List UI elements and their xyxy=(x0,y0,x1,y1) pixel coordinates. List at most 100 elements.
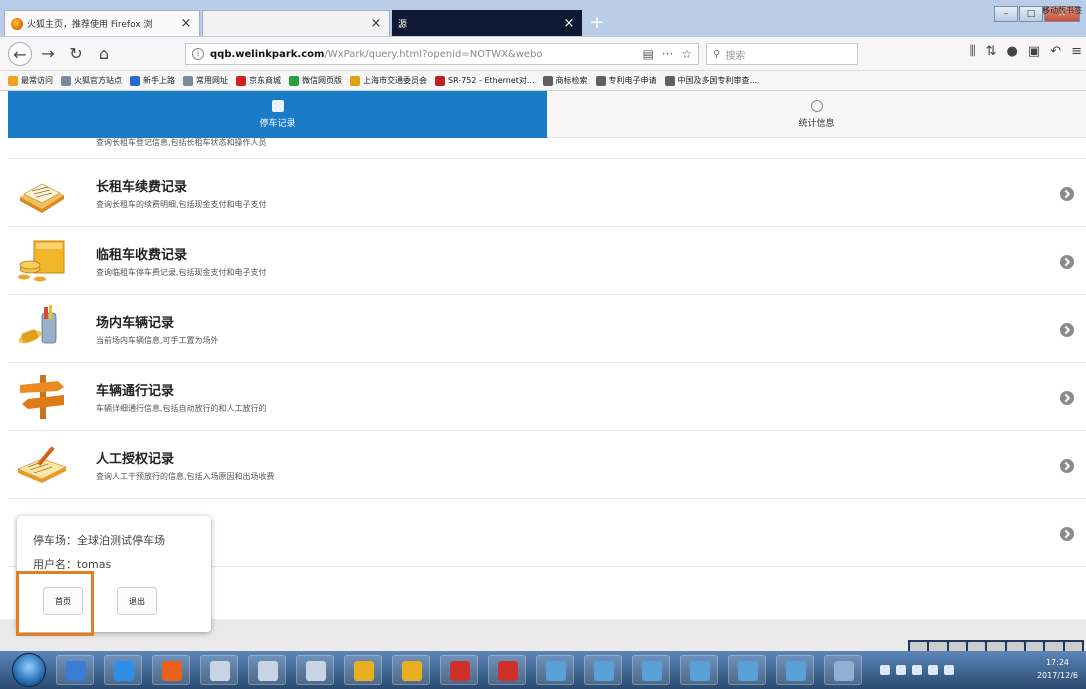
undo-icon[interactable]: ↶ xyxy=(1050,44,1061,59)
bookmark-label: 新手上路 xyxy=(143,76,175,85)
chevron-right-icon[interactable] xyxy=(1060,323,1074,337)
reader-view-icon[interactable]: ▤ xyxy=(642,47,653,61)
chevron-right-icon[interactable] xyxy=(1060,391,1074,405)
windows-taskbar: 17:24 2017/12/6 xyxy=(0,651,1086,689)
bookmark-label: 上海市交通委员会 xyxy=(363,76,427,85)
app-icon xyxy=(354,661,374,681)
taskbar-app-button[interactable] xyxy=(152,655,190,685)
taskbar-app-button[interactable] xyxy=(344,655,382,685)
app-icon xyxy=(594,661,614,681)
browser-tab-source[interactable]: 源 × xyxy=(392,10,582,36)
chat-icon[interactable]: ● xyxy=(1007,44,1018,59)
maximize-button[interactable]: □ xyxy=(1019,6,1043,22)
close-icon[interactable]: × xyxy=(369,16,383,31)
app-icon xyxy=(258,661,278,681)
taskbar-app-button[interactable] xyxy=(536,655,574,685)
taskbar-app-button[interactable] xyxy=(776,655,814,685)
new-tab-button[interactable]: + xyxy=(588,14,606,32)
item-title: 车辆通行记录 xyxy=(96,384,175,399)
app-icon xyxy=(498,661,518,681)
bookmark-icon xyxy=(61,75,71,86)
address-bar[interactable]: i qqb.welinkpark.com/WxPark/query.html?o… xyxy=(185,43,699,65)
bookmark-item[interactable]: SR-752 - Ethernet对... xyxy=(435,75,535,86)
chevron-right-icon[interactable] xyxy=(1060,187,1074,201)
taskbar-app-button[interactable] xyxy=(200,655,238,685)
bookmark-item[interactable]: 火狐官方站点 xyxy=(61,75,122,86)
minimize-button[interactable]: – xyxy=(994,6,1018,22)
tab-stop-records[interactable]: 停车记录 xyxy=(8,91,547,138)
sync-icon[interactable]: ⇅ xyxy=(986,44,997,59)
bookmark-item[interactable]: 中国及多国专利审查... xyxy=(664,75,757,86)
tray-icon[interactable] xyxy=(880,665,890,675)
start-button[interactable] xyxy=(12,653,46,687)
menu-item-vehicle-passage[interactable]: 车辆通行记录 车辆详细通行信息,包括自动放行的和人工放行的 xyxy=(8,363,1086,431)
taskbar-app-button[interactable] xyxy=(440,655,478,685)
bookmark-item[interactable]: 上海市交通委员会 xyxy=(350,75,427,86)
app-icon xyxy=(642,661,662,681)
taskbar-app-button[interactable] xyxy=(584,655,622,685)
taskbar-app-button[interactable] xyxy=(104,655,142,685)
parking-lot-name: 停车场：全球泊测试停车场 xyxy=(33,534,165,547)
document-pen-icon xyxy=(16,446,68,483)
clock[interactable]: 17:24 2017/12/6 xyxy=(1037,656,1078,682)
browser-tab-current[interactable]: × xyxy=(202,10,390,36)
mobile-bookmarks[interactable]: 移动版书签 xyxy=(1042,5,1082,16)
home-icon[interactable]: ⌂ xyxy=(92,42,116,66)
taskbar-app-button[interactable] xyxy=(728,655,766,685)
bookmark-item[interactable]: 商标检索 xyxy=(542,75,588,86)
highlight-annotation xyxy=(16,571,94,636)
bookmark-label: 最常访问 xyxy=(21,76,53,85)
tray-icon[interactable] xyxy=(912,665,922,675)
taskbar-app-button[interactable] xyxy=(824,655,862,685)
close-icon[interactable]: × xyxy=(179,16,193,31)
taskbar-app-button[interactable] xyxy=(680,655,718,685)
network-icon[interactable] xyxy=(944,665,954,675)
menu-item-manual-authorization[interactable]: 人工授权记录 查询人工干预放行的信息,包括入场原因和出场收费 xyxy=(8,431,1086,499)
search-bar[interactable]: ⚲ 搜索 xyxy=(706,43,858,65)
info-icon[interactable]: i xyxy=(192,48,204,60)
taskbar-app-button[interactable] xyxy=(248,655,286,685)
bookmark-label: 常用网址 xyxy=(196,76,228,85)
bookmark-item[interactable]: 最常访问 xyxy=(8,75,53,86)
screenshot-icon[interactable]: ▣ xyxy=(1028,44,1040,59)
taskbar-app-button[interactable] xyxy=(488,655,526,685)
chevron-right-icon[interactable] xyxy=(1060,527,1074,541)
close-icon[interactable]: × xyxy=(562,16,576,31)
logout-button[interactable]: 退出 xyxy=(117,587,157,615)
search-icon: ⚲ xyxy=(713,48,721,60)
menu-icon[interactable]: ≡ xyxy=(1071,44,1082,59)
tab-title: 源 xyxy=(398,19,408,30)
taskbar-app-button[interactable] xyxy=(296,655,334,685)
menu-item-temp-rent-fees[interactable]: 临租车收费记录 查询临租车停车费记录,包括现金支付和电子支付 xyxy=(8,227,1086,295)
url-domain: qqb.welinkpark.com xyxy=(210,48,325,60)
bookmark-star-icon[interactable]: ☆ xyxy=(681,47,692,61)
taskbar-app-button[interactable] xyxy=(392,655,430,685)
bookmark-item[interactable]: 京东商城 xyxy=(236,75,281,86)
bookmark-item[interactable]: 专利电子申请 xyxy=(595,75,657,86)
bookmark-label: SR-752 - Ethernet对... xyxy=(448,76,535,85)
browser-tab-firefox-home[interactable]: 火狐主页，推荐使用 Firefox 浏 × xyxy=(4,10,200,36)
taskbar-app-button[interactable] xyxy=(632,655,670,685)
forward-arrow-icon[interactable]: → xyxy=(36,42,60,66)
tray-icon[interactable] xyxy=(896,665,906,675)
bookmark-item[interactable]: 微信网页版 xyxy=(289,75,342,86)
app-icon xyxy=(450,661,470,681)
bookmark-item[interactable]: 新手上路 xyxy=(130,75,175,86)
volume-icon[interactable] xyxy=(928,665,938,675)
chevron-right-icon[interactable] xyxy=(1060,255,1074,269)
chevron-right-icon[interactable] xyxy=(1060,459,1074,473)
tab-statistics[interactable]: 统计信息 xyxy=(547,91,1086,138)
back-arrow-icon[interactable]: ← xyxy=(8,41,32,66)
bookmark-icon xyxy=(435,75,445,86)
bookmark-item[interactable]: 常用网址 xyxy=(183,75,228,86)
url-path: /WxPark/query.html?openid=NOTWX&webo xyxy=(324,48,543,60)
item-subtitle: 查询长租车登记信息,包括长租车状态和操作人员 xyxy=(96,138,267,147)
page-actions-icon[interactable]: ··· xyxy=(662,47,673,61)
library-icon[interactable]: ⫼ xyxy=(970,44,976,59)
reload-icon[interactable]: ↻ xyxy=(64,42,88,66)
taskbar-app-button[interactable] xyxy=(56,655,94,685)
menu-item-long-rent-renewal[interactable]: 长租车续费记录 查询长租车的续费明细,包括现金支付和电子支付 xyxy=(8,159,1086,227)
menu-item-vehicles-in-lot[interactable]: 场内车辆记录 当前场内车辆信息,可手工置为场外 xyxy=(8,295,1086,363)
bookmark-label: 微信网页版 xyxy=(302,76,342,85)
item-title: 场内车辆记录 xyxy=(96,316,175,331)
